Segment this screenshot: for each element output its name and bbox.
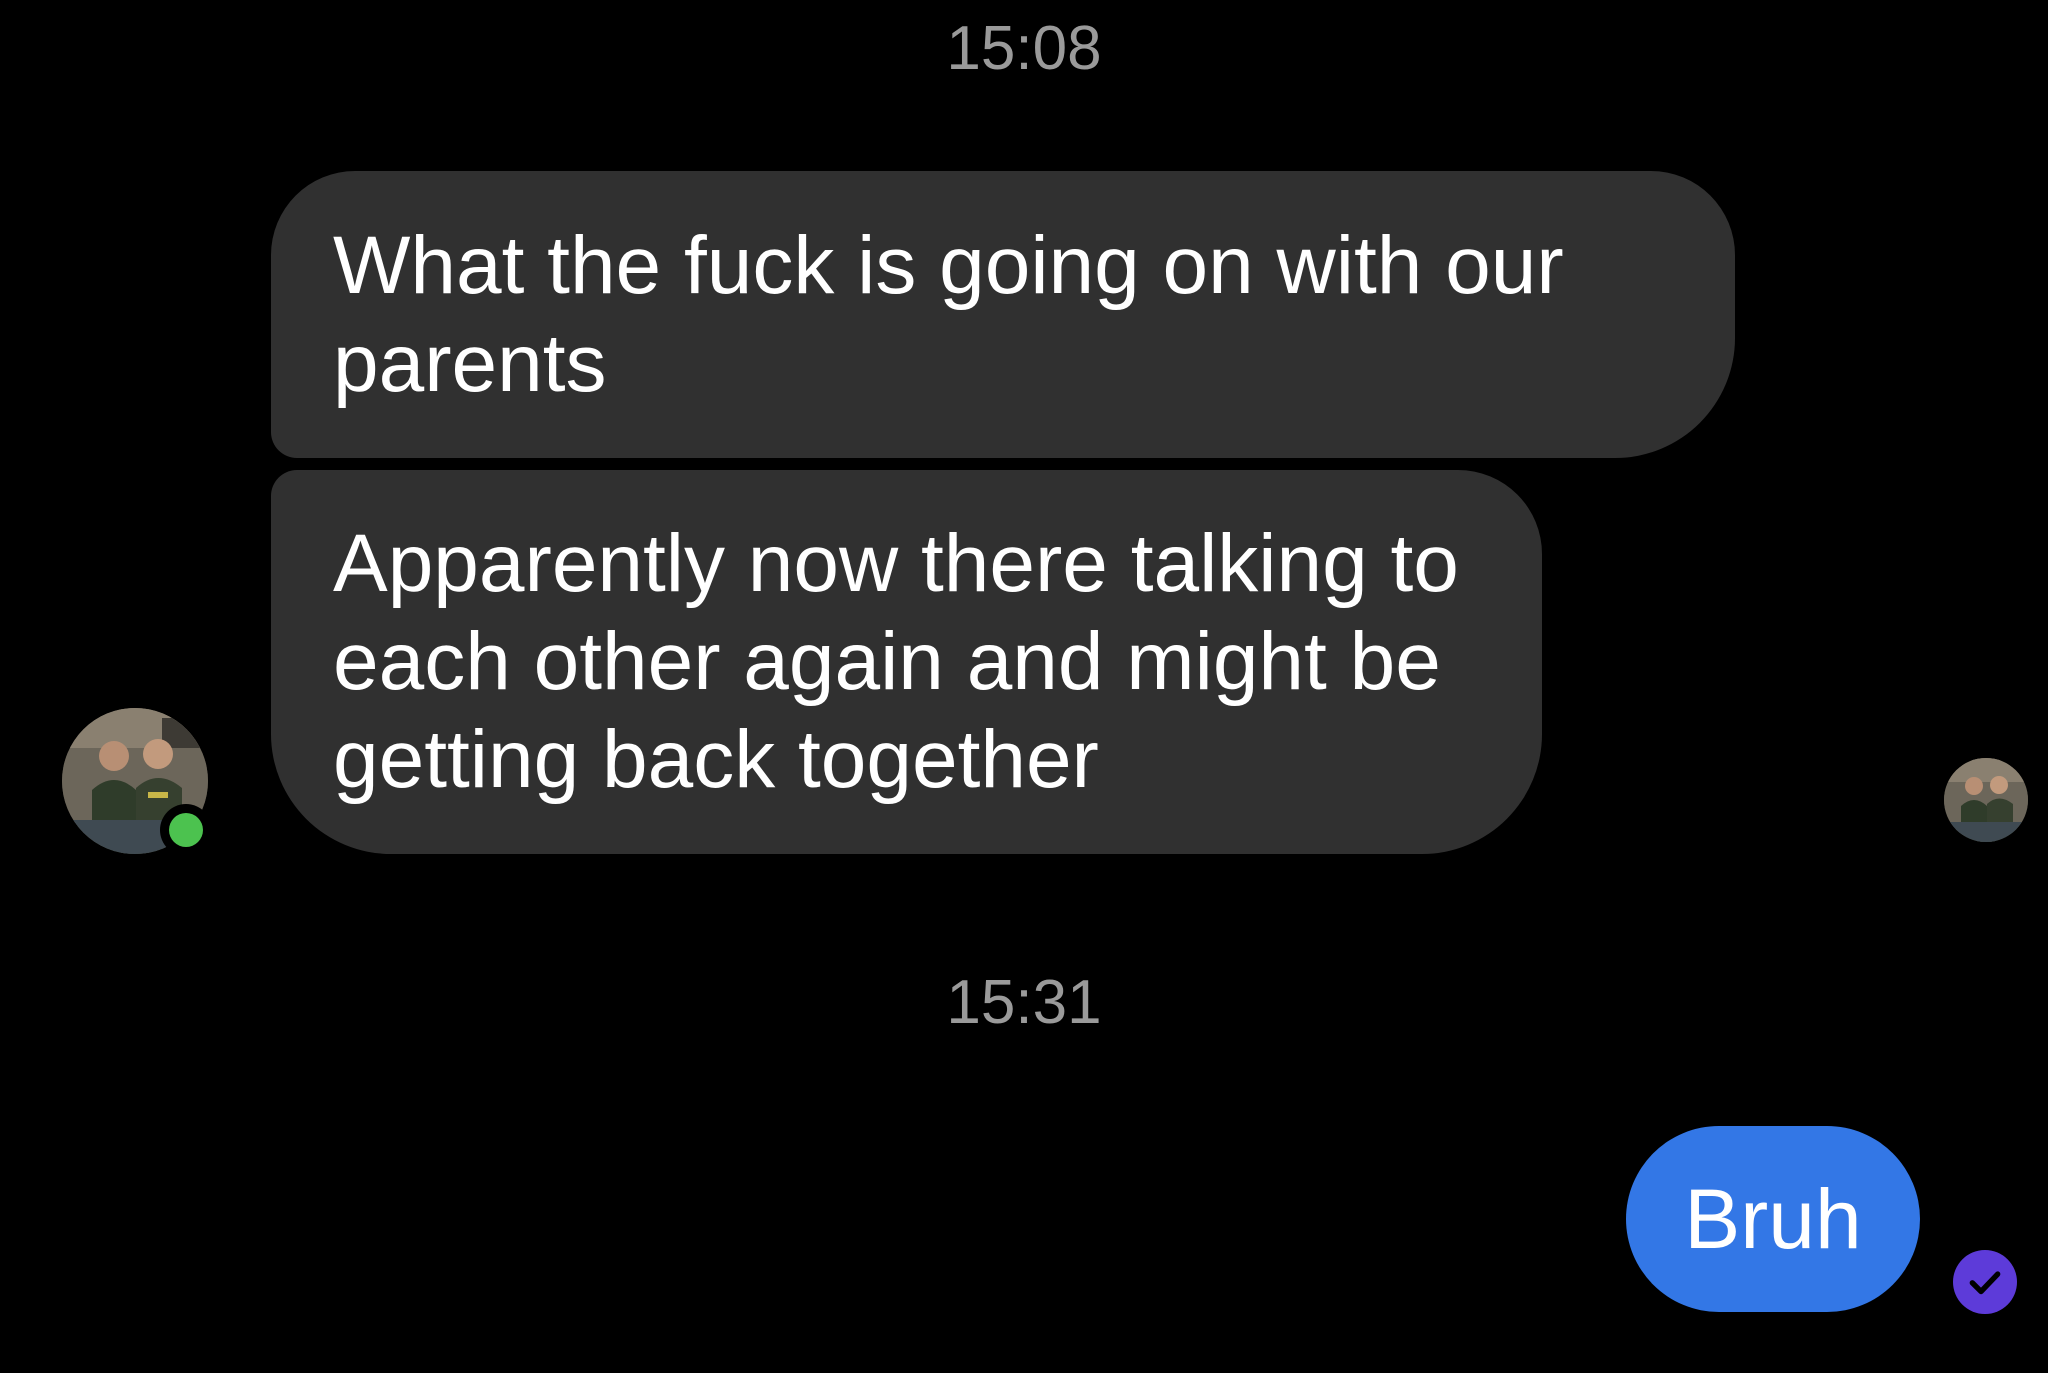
timestamp: 15:31 (946, 968, 1102, 1037)
message-text: Bruh (1684, 1171, 1862, 1266)
check-icon (1969, 1271, 2001, 1295)
message-text: What the fuck is going on with our paren… (333, 219, 1564, 409)
timestamp: 15:08 (946, 14, 1102, 83)
online-status-icon (160, 804, 212, 856)
incoming-message-bubble[interactable]: What the fuck is going on with our paren… (271, 171, 1735, 458)
outgoing-message-bubble[interactable]: Bruh (1626, 1126, 1920, 1312)
seen-by-avatar (1944, 758, 2028, 842)
read-receipt (1953, 1250, 2017, 1314)
message-text: Apparently now there talking to each oth… (333, 518, 1459, 805)
incoming-message-bubble[interactable]: Apparently now there talking to each oth… (271, 470, 1542, 854)
avatar-photo-icon (1944, 758, 2028, 842)
